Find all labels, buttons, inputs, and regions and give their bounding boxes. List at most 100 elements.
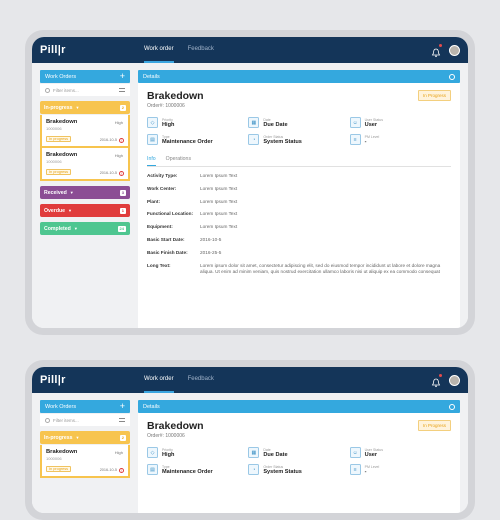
chevron-down-icon: ▼ (75, 435, 80, 440)
calendar-icon: ▦ (248, 447, 260, 458)
field-pm-level: ≡ PM Level - (349, 134, 451, 145)
tab-operations[interactable]: Operations (166, 153, 191, 166)
gear-icon[interactable] (449, 73, 455, 80)
bell-icon[interactable] (431, 374, 442, 388)
details-header: Details (138, 400, 460, 413)
info-key: Basic Finish Date: (147, 249, 188, 255)
card-status-badge: In progress (46, 466, 71, 472)
card-title: Brakedown (46, 152, 78, 158)
info-row: Work Center: Lorem Ipsum Text (147, 186, 451, 192)
nav-feedback[interactable]: Feedback (188, 37, 214, 63)
gear-icon[interactable] (449, 403, 455, 410)
calendar-icon: ▦ (248, 117, 260, 128)
field-value: Due Date (263, 121, 288, 128)
field-order-status: ◔ Order Status System Status (248, 134, 349, 145)
field-label: PM Level (364, 134, 380, 139)
device-frame-2: Pill|r Work order Feedback Work Orders +… (25, 360, 475, 520)
page-title: Brakedown (147, 420, 204, 432)
info-value: 2016-10-5 (200, 236, 222, 242)
work-order-card[interactable]: Brakedown 1000006 High In progress 2016-… (42, 115, 128, 146)
device-frame-1: Pill|r Work order Feedback Work Orders +… (25, 30, 475, 335)
app-logo: Pill|r (40, 374, 66, 386)
card-date: 2016-10-5 (99, 171, 117, 175)
notification-dot (439, 374, 442, 377)
field-user-status: ☺ User Status User (349, 447, 451, 458)
nav-work-order[interactable]: Work order (144, 37, 174, 63)
tab-info[interactable]: Info (147, 153, 156, 166)
fields-grid: ◇ Priority High ▦ Date Due Date ☺ User Status… (147, 117, 451, 145)
page-title: Brakedown (147, 90, 204, 102)
nav-feedback[interactable]: Feedback (188, 367, 214, 393)
group-count: 3 (119, 189, 126, 196)
avatar[interactable] (449, 44, 460, 56)
details-title: Details (143, 73, 160, 80)
info-row: Basic Start Date: 2016-10-5 (147, 237, 451, 243)
add-icon[interactable]: + (120, 402, 125, 411)
card-number: 1000006 (46, 126, 62, 131)
chevron-down-icon: ▼ (75, 105, 80, 110)
card-title: Brakedown (46, 449, 78, 455)
field-value: System Status (263, 468, 302, 475)
filter-placeholder: Filter items... (53, 87, 79, 93)
field-value: - (364, 468, 367, 475)
search-icon (45, 87, 50, 93)
type-icon: ▤ (147, 464, 158, 475)
filter-input[interactable]: Filter items... (40, 84, 130, 96)
order-number: Order#: 1000006 (147, 103, 185, 109)
in-progress-list: Brakedown 1000006 High In progress 2016-… (40, 445, 130, 478)
level-icon: ≡ (349, 134, 361, 145)
card-date: 2016-10-5 (99, 468, 117, 472)
group-in-progress[interactable]: In-progress ▼ 2 (40, 431, 130, 444)
info-value: Lorem Ipsum Text (200, 224, 238, 230)
top-bar: Pill|r Work order Feedback (32, 367, 468, 393)
card-priority: High (114, 450, 123, 455)
group-received[interactable]: Received ▼ 3 (40, 186, 130, 199)
field-user-status: ☺ User Status User (349, 117, 451, 128)
field-date: ▦ Date Due Date (248, 117, 349, 128)
info-key: Long Text: (147, 262, 171, 268)
work-order-card[interactable]: Brakedown 1000006 High In progress 2016-… (42, 445, 128, 476)
group-overdue[interactable]: Overdue ▼ 1 (40, 204, 130, 217)
bell-icon[interactable] (431, 44, 442, 58)
warning-icon: ! (119, 468, 124, 473)
avatar[interactable] (449, 374, 460, 386)
info-row: Basic Finish Date: 2016-25-5 (147, 250, 451, 256)
chevron-down-icon: ▼ (73, 226, 78, 231)
group-completed[interactable]: Completed ▼ 24 (40, 222, 130, 235)
field-order-status: ◔ Order Status System Status (248, 464, 349, 475)
main-nav: Work order Feedback (144, 367, 214, 393)
info-value: Lorem Ipsum Text (200, 211, 238, 217)
card-date: 2016-10-5 (99, 138, 117, 142)
group-label: Received (44, 189, 67, 196)
field-type: ▤ Type Maintenance Order (147, 464, 248, 475)
filter-input[interactable]: Filter items... (40, 414, 130, 426)
field-value: Due Date (263, 451, 288, 458)
field-value: User (364, 451, 378, 458)
group-count: 24 (117, 225, 126, 232)
info-key: Basic Start Date: (147, 236, 185, 242)
filter-icon[interactable] (119, 88, 125, 92)
card-status-badge: In progress (46, 169, 71, 175)
field-value: System Status (263, 138, 302, 145)
info-value: Lorem Ipsum Text (200, 173, 238, 178)
fields-grid: ◇ Priority High ▦ Date Due Date ☺ User Status… (147, 447, 451, 475)
add-icon[interactable]: + (120, 72, 125, 81)
info-key: Work Center: (147, 185, 177, 191)
info-row: Functional Location: Lorem Ipsum Text (147, 211, 451, 217)
field-priority: ◇ Priority High (147, 447, 248, 458)
status-icon: ◔ (248, 134, 260, 145)
field-value: High (162, 451, 175, 458)
filter-icon[interactable] (119, 418, 125, 422)
work-orders-sidebar: Work Orders + Filter items... In-progres… (32, 63, 138, 328)
nav-work-order[interactable]: Work order (144, 367, 174, 393)
group-label: Completed (44, 225, 71, 232)
app-screen: Pill|r Work order Feedback Work Orders +… (32, 37, 468, 328)
status-badge: In Progress (417, 90, 451, 101)
main-nav: Work order Feedback (144, 37, 214, 63)
details-title: Details (143, 403, 160, 410)
group-in-progress[interactable]: In-progress ▼ 2 (40, 101, 130, 114)
type-icon: ▤ (147, 134, 158, 145)
card-status-badge: In progress (46, 136, 71, 142)
work-order-card[interactable]: Brakedown 1000006 High In progress 2016-… (42, 148, 128, 179)
field-value: Maintenance Order (162, 138, 213, 145)
